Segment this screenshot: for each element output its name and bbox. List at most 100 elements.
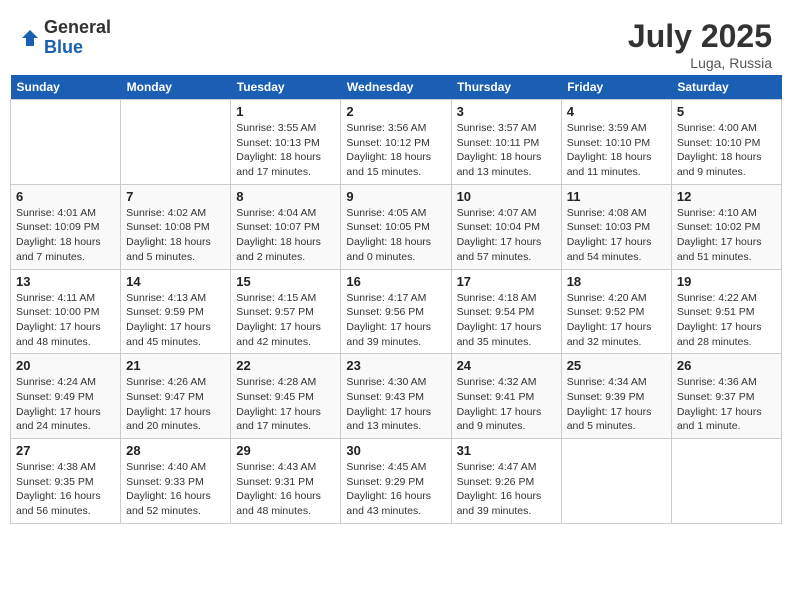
- calendar-header-row: SundayMondayTuesdayWednesdayThursdayFrid…: [11, 75, 782, 100]
- day-info: Sunrise: 4:07 AM Sunset: 10:04 PM Daylig…: [457, 206, 556, 265]
- day-info: Sunrise: 4:01 AM Sunset: 10:09 PM Daylig…: [16, 206, 115, 265]
- day-number: 26: [677, 358, 776, 373]
- day-number: 15: [236, 274, 335, 289]
- day-number: 29: [236, 443, 335, 458]
- calendar-cell: 24 Sunrise: 4:32 AM Sunset: 9:41 PM Dayli…: [451, 354, 561, 439]
- day-number: 21: [126, 358, 225, 373]
- day-info: Sunrise: 4:32 AM Sunset: 9:41 PM Dayligh…: [457, 375, 556, 434]
- day-info: Sunrise: 4:17 AM Sunset: 9:56 PM Dayligh…: [346, 291, 445, 350]
- calendar-cell: 1Sunrise: 3:55 AM Sunset: 10:13 PM Dayli…: [231, 100, 341, 185]
- calendar-cell: 7Sunrise: 4:02 AM Sunset: 10:08 PM Dayli…: [121, 184, 231, 269]
- calendar-cell: 4 Sunrise: 3:59 AM Sunset: 10:10 PM Dayli…: [561, 100, 671, 185]
- calendar-cell: 30Sunrise: 4:45 AM Sunset: 9:29 PM Dayli…: [341, 439, 451, 524]
- weekday-header-sunday: Sunday: [11, 75, 121, 100]
- day-number: 9: [346, 189, 445, 204]
- weekday-header-saturday: Saturday: [671, 75, 781, 100]
- day-info: Sunrise: 3:56 AM Sunset: 10:12 PM Daylig…: [346, 121, 445, 180]
- day-info: Sunrise: 3:55 AM Sunset: 10:13 PM Daylig…: [236, 121, 335, 180]
- day-number: 19: [677, 274, 776, 289]
- calendar-cell: 28 Sunrise: 4:40 AM Sunset: 9:33 PM Dayli…: [121, 439, 231, 524]
- calendar-cell: 2 Sunrise: 3:56 AM Sunset: 10:12 PM Dayli…: [341, 100, 451, 185]
- calendar-cell: 15 Sunrise: 4:15 AM Sunset: 9:57 PM Dayli…: [231, 269, 341, 354]
- logo-text: General Blue: [44, 18, 111, 58]
- calendar-week-row: 27 Sunrise: 4:38 AM Sunset: 9:35 PM Dayli…: [11, 439, 782, 524]
- calendar-cell: 14 Sunrise: 4:13 AM Sunset: 9:59 PM Dayli…: [121, 269, 231, 354]
- day-info: Sunrise: 4:38 AM Sunset: 9:35 PM Dayligh…: [16, 460, 115, 519]
- calendar-cell: 22 Sunrise: 4:28 AM Sunset: 9:45 PM Dayli…: [231, 354, 341, 439]
- day-info: Sunrise: 3:59 AM Sunset: 10:10 PM Daylig…: [567, 121, 666, 180]
- day-info: Sunrise: 4:22 AM Sunset: 9:51 PM Dayligh…: [677, 291, 776, 350]
- day-number: 2: [346, 104, 445, 119]
- calendar-week-row: 13Sunrise: 4:11 AM Sunset: 10:00 PM Dayl…: [11, 269, 782, 354]
- logo-icon: [20, 28, 40, 48]
- calendar-cell: 31 Sunrise: 4:47 AM Sunset: 9:26 PM Dayli…: [451, 439, 561, 524]
- calendar-cell: 20Sunrise: 4:24 AM Sunset: 9:49 PM Dayli…: [11, 354, 121, 439]
- day-info: Sunrise: 4:40 AM Sunset: 9:33 PM Dayligh…: [126, 460, 225, 519]
- calendar-cell: 10 Sunrise: 4:07 AM Sunset: 10:04 PM Dayl…: [451, 184, 561, 269]
- calendar-week-row: 6 Sunrise: 4:01 AM Sunset: 10:09 PM Dayli…: [11, 184, 782, 269]
- calendar-week-row: 20Sunrise: 4:24 AM Sunset: 9:49 PM Dayli…: [11, 354, 782, 439]
- calendar-table: SundayMondayTuesdayWednesdayThursdayFrid…: [10, 75, 782, 524]
- day-info: Sunrise: 4:13 AM Sunset: 9:59 PM Dayligh…: [126, 291, 225, 350]
- day-info: Sunrise: 4:47 AM Sunset: 9:26 PM Dayligh…: [457, 460, 556, 519]
- calendar-cell: 5 Sunrise: 4:00 AM Sunset: 10:10 PM Dayli…: [671, 100, 781, 185]
- location-title: Luga, Russia: [628, 55, 772, 71]
- day-number: 20: [16, 358, 115, 373]
- calendar-cell: 8Sunrise: 4:04 AM Sunset: 10:07 PM Dayli…: [231, 184, 341, 269]
- calendar-cell: [561, 439, 671, 524]
- calendar-cell: 12Sunrise: 4:10 AM Sunset: 10:02 PM Dayl…: [671, 184, 781, 269]
- month-title: July 2025: [628, 18, 772, 55]
- logo-blue-text: Blue: [44, 38, 111, 58]
- calendar-cell: 29 Sunrise: 4:43 AM Sunset: 9:31 PM Dayli…: [231, 439, 341, 524]
- day-number: 14: [126, 274, 225, 289]
- day-number: 31: [457, 443, 556, 458]
- day-number: 3: [457, 104, 556, 119]
- logo: General Blue: [20, 18, 111, 58]
- title-block: July 2025 Luga, Russia: [628, 18, 772, 71]
- day-info: Sunrise: 4:20 AM Sunset: 9:52 PM Dayligh…: [567, 291, 666, 350]
- day-info: Sunrise: 4:28 AM Sunset: 9:45 PM Dayligh…: [236, 375, 335, 434]
- weekday-header-friday: Friday: [561, 75, 671, 100]
- weekday-header-monday: Monday: [121, 75, 231, 100]
- calendar-cell: 13Sunrise: 4:11 AM Sunset: 10:00 PM Dayl…: [11, 269, 121, 354]
- day-info: Sunrise: 4:45 AM Sunset: 9:29 PM Dayligh…: [346, 460, 445, 519]
- day-number: 4: [567, 104, 666, 119]
- weekday-header-wednesday: Wednesday: [341, 75, 451, 100]
- day-number: 6: [16, 189, 115, 204]
- calendar-cell: [11, 100, 121, 185]
- day-number: 16: [346, 274, 445, 289]
- calendar-cell: 25Sunrise: 4:34 AM Sunset: 9:39 PM Dayli…: [561, 354, 671, 439]
- day-info: Sunrise: 4:11 AM Sunset: 10:00 PM Daylig…: [16, 291, 115, 350]
- day-number: 11: [567, 189, 666, 204]
- calendar-cell: 18 Sunrise: 4:20 AM Sunset: 9:52 PM Dayli…: [561, 269, 671, 354]
- day-number: 28: [126, 443, 225, 458]
- day-number: 5: [677, 104, 776, 119]
- weekday-header-thursday: Thursday: [451, 75, 561, 100]
- day-info: Sunrise: 4:26 AM Sunset: 9:47 PM Dayligh…: [126, 375, 225, 434]
- day-number: 7: [126, 189, 225, 204]
- day-number: 18: [567, 274, 666, 289]
- calendar-cell: [671, 439, 781, 524]
- day-info: Sunrise: 3:57 AM Sunset: 10:11 PM Daylig…: [457, 121, 556, 180]
- day-info: Sunrise: 4:36 AM Sunset: 9:37 PM Dayligh…: [677, 375, 776, 434]
- calendar-week-row: 1Sunrise: 3:55 AM Sunset: 10:13 PM Dayli…: [11, 100, 782, 185]
- logo-general-text: General: [44, 18, 111, 38]
- day-info: Sunrise: 4:43 AM Sunset: 9:31 PM Dayligh…: [236, 460, 335, 519]
- calendar-cell: 27 Sunrise: 4:38 AM Sunset: 9:35 PM Dayli…: [11, 439, 121, 524]
- day-number: 17: [457, 274, 556, 289]
- calendar-cell: 3 Sunrise: 3:57 AM Sunset: 10:11 PM Dayli…: [451, 100, 561, 185]
- day-number: 24: [457, 358, 556, 373]
- calendar-cell: 17 Sunrise: 4:18 AM Sunset: 9:54 PM Dayli…: [451, 269, 561, 354]
- day-info: Sunrise: 4:00 AM Sunset: 10:10 PM Daylig…: [677, 121, 776, 180]
- day-number: 10: [457, 189, 556, 204]
- day-info: Sunrise: 4:18 AM Sunset: 9:54 PM Dayligh…: [457, 291, 556, 350]
- calendar-cell: 21 Sunrise: 4:26 AM Sunset: 9:47 PM Dayli…: [121, 354, 231, 439]
- day-number: 27: [16, 443, 115, 458]
- calendar-cell: 19 Sunrise: 4:22 AM Sunset: 9:51 PM Dayli…: [671, 269, 781, 354]
- day-info: Sunrise: 4:15 AM Sunset: 9:57 PM Dayligh…: [236, 291, 335, 350]
- day-info: Sunrise: 4:30 AM Sunset: 9:43 PM Dayligh…: [346, 375, 445, 434]
- day-info: Sunrise: 4:08 AM Sunset: 10:03 PM Daylig…: [567, 206, 666, 265]
- weekday-header-tuesday: Tuesday: [231, 75, 341, 100]
- day-number: 22: [236, 358, 335, 373]
- day-info: Sunrise: 4:05 AM Sunset: 10:05 PM Daylig…: [346, 206, 445, 265]
